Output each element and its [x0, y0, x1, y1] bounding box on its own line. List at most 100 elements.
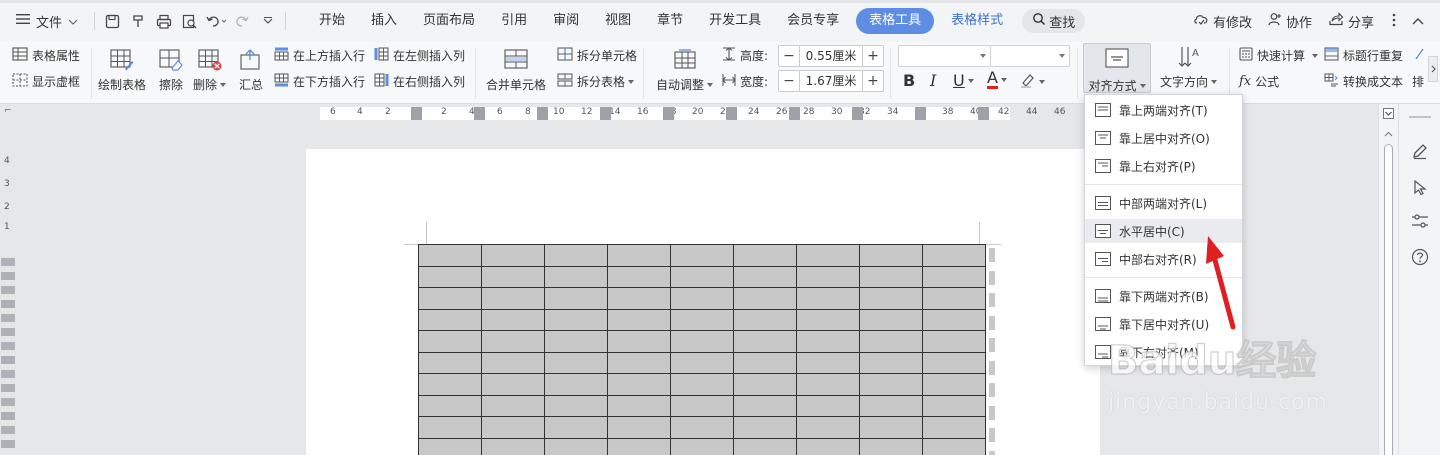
- tab-2[interactable]: 页面布局: [410, 8, 488, 34]
- pen-icon[interactable]: [1409, 140, 1431, 162]
- split-cells-button[interactable]: 拆分单元格: [557, 47, 637, 64]
- table-cell[interactable]: [922, 330, 986, 353]
- table-cell[interactable]: [922, 373, 986, 396]
- table-cell[interactable]: [796, 265, 860, 288]
- underline-button[interactable]: U: [953, 71, 974, 90]
- table-cell[interactable]: [670, 373, 734, 396]
- ruler-column-marker[interactable]: [789, 107, 800, 120]
- table-cell[interactable]: [481, 351, 545, 374]
- bold-button[interactable]: B: [903, 71, 915, 90]
- redo-icon[interactable]: [231, 10, 253, 32]
- table-cell[interactable]: [859, 330, 923, 353]
- split-table-button[interactable]: 拆分表格: [557, 73, 635, 90]
- vertical-ruler-row-marker[interactable]: [1, 412, 15, 420]
- table-cell[interactable]: [607, 351, 671, 374]
- table-cell[interactable]: [670, 416, 734, 439]
- erase-button[interactable]: 擦除: [158, 47, 184, 93]
- ruler-column-marker[interactable]: [915, 107, 926, 120]
- vertical-ruler-row-marker[interactable]: [1, 342, 15, 350]
- insert-col-right-button[interactable]: 在右侧插入列: [374, 73, 465, 90]
- ruler-column-marker[interactable]: [600, 107, 611, 120]
- table-cell[interactable]: [796, 308, 860, 331]
- table-cell[interactable]: [544, 265, 608, 288]
- header-repeat-button[interactable]: 标题行重复: [1324, 47, 1403, 64]
- table-cell[interactable]: [733, 437, 797, 455]
- table-cell[interactable]: [607, 437, 671, 455]
- table-cell[interactable]: [544, 244, 608, 267]
- alignment-option[interactable]: 靠上居中对齐(O): [1085, 126, 1242, 150]
- table-cell[interactable]: [418, 416, 482, 439]
- formula-button[interactable]: fx 公式: [1239, 73, 1279, 90]
- table-cell[interactable]: [733, 244, 797, 267]
- table-cell[interactable]: [607, 308, 671, 331]
- row-resize-handle[interactable]: [989, 248, 995, 262]
- table-cell[interactable]: [859, 265, 923, 288]
- ruler-column-marker[interactable]: [411, 107, 422, 120]
- table-cell[interactable]: [796, 416, 860, 439]
- row-resize-handle[interactable]: [989, 450, 995, 455]
- table-cell[interactable]: [481, 308, 545, 331]
- tab-4[interactable]: 审阅: [540, 8, 592, 34]
- format-painter-icon[interactable]: [127, 10, 149, 32]
- document-table[interactable]: [418, 244, 986, 455]
- modified-status-button[interactable]: 有修改: [1193, 12, 1252, 31]
- table-cell[interactable]: [481, 265, 545, 288]
- table-cell[interactable]: [733, 308, 797, 331]
- table-cell[interactable]: [796, 244, 860, 267]
- table-cell[interactable]: [859, 351, 923, 374]
- summary-button[interactable]: 汇总: [238, 47, 264, 93]
- alignment-option[interactable]: 中部两端对齐(L): [1085, 191, 1242, 215]
- table-cell[interactable]: [418, 373, 482, 396]
- scroll-options-icon[interactable]: [1383, 108, 1394, 122]
- table-cell[interactable]: [796, 394, 860, 417]
- collapse-ribbon-icon[interactable]: [1412, 14, 1424, 28]
- collaborate-button[interactable]: 协作: [1268, 12, 1312, 31]
- table-cell[interactable]: [922, 394, 986, 417]
- ruler-column-marker[interactable]: [474, 107, 485, 120]
- table-cell[interactable]: [670, 244, 734, 267]
- table-cell[interactable]: [481, 416, 545, 439]
- vertical-ruler-row-marker[interactable]: [1, 426, 15, 434]
- table-cell[interactable]: [607, 265, 671, 288]
- undo-icon[interactable]: [205, 10, 227, 32]
- insert-row-above-button[interactable]: 在上方插入行: [274, 47, 365, 64]
- tab-9[interactable]: 表格工具: [856, 8, 935, 34]
- vertical-ruler-row-marker[interactable]: [1, 314, 15, 322]
- tab-0[interactable]: 开始: [306, 8, 358, 34]
- save-icon[interactable]: [101, 10, 123, 32]
- table-cell[interactable]: [859, 373, 923, 396]
- table-cell[interactable]: [544, 394, 608, 417]
- table-cell[interactable]: [418, 351, 482, 374]
- row-resize-handle[interactable]: [989, 360, 995, 375]
- row-height-stepper[interactable]: − 0.55厘米 +: [778, 45, 884, 67]
- tab-5[interactable]: 视图: [592, 8, 644, 34]
- table-cell[interactable]: [481, 437, 545, 455]
- vertical-ruler-row-marker[interactable]: [1, 356, 15, 364]
- table-cell[interactable]: [544, 287, 608, 310]
- vertical-ruler-row-marker[interactable]: [1, 258, 15, 266]
- table-cell[interactable]: [418, 244, 482, 267]
- table-cell[interactable]: [796, 351, 860, 374]
- share-button[interactable]: 分享: [1328, 12, 1374, 31]
- cursor-icon[interactable]: [1409, 176, 1431, 198]
- scroll-up-icon[interactable]: [1384, 126, 1393, 140]
- convert-to-text-button[interactable]: 转换成文本: [1324, 73, 1403, 90]
- table-cell[interactable]: [544, 437, 608, 455]
- table-cell[interactable]: [418, 265, 482, 288]
- tab-7[interactable]: 开发工具: [696, 8, 774, 34]
- table-cell[interactable]: [796, 437, 860, 455]
- settings-sliders-icon[interactable]: [1409, 210, 1431, 232]
- table-cell[interactable]: [922, 265, 986, 288]
- table-cell[interactable]: [670, 265, 734, 288]
- help-icon[interactable]: [1409, 246, 1431, 268]
- vertical-ruler-row-marker[interactable]: [1, 286, 15, 294]
- print-icon[interactable]: [153, 10, 175, 32]
- row-resize-handle[interactable]: [989, 383, 995, 397]
- row-resize-handle[interactable]: [989, 428, 995, 442]
- more-options-icon[interactable]: [1392, 13, 1396, 30]
- customize-toolbar-icon[interactable]: [257, 10, 279, 32]
- tab-3[interactable]: 引用: [488, 8, 540, 34]
- merge-cells-button[interactable]: 合并单元格: [486, 47, 546, 93]
- table-cell[interactable]: [670, 287, 734, 310]
- row-resize-handle[interactable]: [989, 338, 995, 352]
